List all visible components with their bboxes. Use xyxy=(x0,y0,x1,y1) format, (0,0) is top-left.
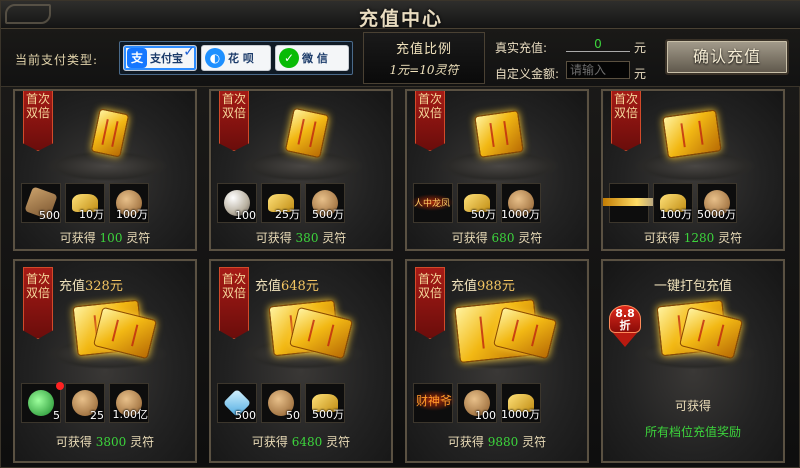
reward-slot[interactable]: 25万 xyxy=(261,183,301,223)
jade-orb-icon xyxy=(28,390,54,416)
card-title: 充值648元 xyxy=(255,279,319,294)
reward-slot[interactable]: 1000万 xyxy=(501,383,541,423)
reward-slot[interactable]: 500万 xyxy=(305,383,345,423)
check-icon: ✓ xyxy=(183,44,195,60)
pedestal xyxy=(243,151,363,181)
real-recharge-value: 0 xyxy=(566,37,630,52)
pack-gain-desc: 所有档位充值奖励 xyxy=(644,425,741,439)
gain-text: 可获得 680 灵符 xyxy=(451,231,543,245)
recharge-card[interactable]: 首次双倍 充值328元 5 25 1.00亿 可获得 3800 灵符 xyxy=(13,259,197,463)
recharge-card[interactable]: 首次双倍 充值988元 财神爷 100 1000万 可获得 9880 灵符 xyxy=(405,259,589,463)
card-title: 充值328元 xyxy=(59,279,123,294)
real-recharge-label: 真实充值: xyxy=(495,41,548,55)
gain-text: 可获得 3800 灵符 xyxy=(55,435,155,449)
first-double-ribbon: 首次双倍 xyxy=(23,91,53,151)
first-double-ribbon: 首次双倍 xyxy=(415,267,445,339)
huabei-icon: ◐ xyxy=(205,48,225,68)
reward-slot[interactable]: 500万 xyxy=(305,183,345,223)
pedestal xyxy=(635,151,755,181)
rate-value: 1元=10灵符 xyxy=(389,63,459,77)
pack-gain-label: 可获得 xyxy=(674,399,711,413)
reward-items: 人中龙凤 50万 1000万 xyxy=(410,183,583,223)
reward-slot[interactable] xyxy=(603,183,672,223)
pack-recharge-card[interactable]: 一键打包充值 8.8折 可获得 所有档位充值奖励 xyxy=(601,259,785,463)
reward-slot[interactable]: 50 xyxy=(261,383,301,423)
recharge-card[interactable]: 首次双倍 人中龙凤 50万 1000万 可获得 680 灵符 xyxy=(405,89,589,251)
pay-option-wechat[interactable]: ✓ 微 信 xyxy=(275,45,349,71)
reward-slot[interactable]: 人中龙凤 xyxy=(410,183,455,223)
down-arrow-icon xyxy=(613,333,637,347)
payment-type-label: 当前支付类型: xyxy=(15,53,99,67)
reward-slot[interactable]: 财神爷 xyxy=(412,383,457,423)
reward-items: 5 25 1.00亿 xyxy=(21,382,191,423)
discount-label: 8.8折 xyxy=(609,305,641,333)
reward-slot[interactable]: 25 xyxy=(65,383,105,423)
lingfu-scroll-icon xyxy=(284,107,330,159)
reward-slot[interactable]: 10万 xyxy=(65,183,105,223)
reward-items: 财神爷 100 1000万 xyxy=(412,383,583,423)
first-double-ribbon: 首次双倍 xyxy=(611,91,641,151)
custom-amount-input[interactable] xyxy=(566,61,630,79)
window-title: 充值中心 xyxy=(358,8,443,30)
pay-option-label: 微 信 xyxy=(302,52,328,65)
payment-row: 当前支付类型: 支 支付宝 ✓ ◐ 花 呗 ✓ 微 信 充值比例 1元=10灵符… xyxy=(1,29,800,87)
title-bar: 充值中心 xyxy=(1,1,800,30)
reward-items: 100 25万 500万 xyxy=(217,183,387,223)
reward-slot[interactable]: 100 xyxy=(217,183,257,223)
pay-option-alipay[interactable]: 支 支付宝 ✓ xyxy=(123,44,197,71)
recharge-rate-box: 充值比例 1元=10灵符 xyxy=(363,32,485,84)
recharge-window: 充值中心 当前支付类型: 支 支付宝 ✓ ◐ 花 呗 ✓ 微 信 充值比例 1元… xyxy=(0,0,800,468)
pay-option-huabei[interactable]: ◐ 花 呗 xyxy=(201,45,271,71)
reward-items: 100万 5000万 xyxy=(603,183,779,223)
reward-slot[interactable]: 500 xyxy=(21,183,61,223)
pedestal xyxy=(47,151,167,181)
alipay-icon: 支 xyxy=(127,48,147,68)
custom-amount-unit: 元 xyxy=(634,67,647,81)
reward-items: 500 50 500万 xyxy=(217,383,387,423)
recharge-card[interactable]: 首次双倍 100万 5000万 可获得 1280 灵符 xyxy=(601,89,785,251)
reward-slot[interactable]: 100万 xyxy=(653,183,693,223)
lingfu-scroll-icon xyxy=(474,110,524,158)
gain-text: 可获得 9880 灵符 xyxy=(447,435,547,449)
first-double-ribbon: 首次双倍 xyxy=(219,91,249,151)
title-badge: 人中龙凤 xyxy=(410,194,455,211)
discount-badge: 8.8折 xyxy=(609,291,641,353)
reward-slot[interactable]: 1000万 xyxy=(501,183,541,223)
recharge-card[interactable]: 首次双倍 500 10万 100万 可获得 100 灵符 xyxy=(13,89,197,251)
payment-options: 支 支付宝 ✓ ◐ 花 呗 ✓ 微 信 xyxy=(119,41,353,75)
first-double-ribbon: 首次双倍 xyxy=(415,91,445,151)
pay-option-label: 支付宝 xyxy=(150,52,183,65)
reward-slot[interactable]: 100 xyxy=(457,383,497,423)
rate-title: 充值比例 xyxy=(395,42,452,57)
custom-amount-label: 自定义金额: xyxy=(495,67,560,81)
notification-dot xyxy=(56,382,64,390)
gain-text: 可获得 380 灵符 xyxy=(255,231,347,245)
first-double-ribbon: 首次双倍 xyxy=(23,267,53,339)
wechat-icon: ✓ xyxy=(279,48,299,68)
reward-slot[interactable]: 500 xyxy=(217,383,257,423)
pay-option-label: 花 呗 xyxy=(228,52,254,65)
gain-text: 可获得 6480 灵符 xyxy=(251,435,351,449)
reward-slot[interactable]: 50万 xyxy=(457,183,497,223)
real-recharge-unit: 元 xyxy=(634,41,647,55)
title-badge: 财神爷 xyxy=(412,390,457,411)
reward-slot[interactable]: 5000万 xyxy=(697,183,737,223)
recharge-card[interactable]: 首次双倍 充值648元 500 50 500万 可获得 6480 灵符 xyxy=(209,259,393,463)
recharge-card[interactable]: 首次双倍 100 25万 500万 可获得 380 灵符 xyxy=(209,89,393,251)
reward-slot[interactable]: 100万 xyxy=(109,183,149,223)
confirm-recharge-button[interactable]: 确认充值 xyxy=(665,39,789,75)
lingfu-scroll-icon xyxy=(90,108,130,158)
gain-text: 可获得 1280 灵符 xyxy=(643,231,743,245)
first-double-ribbon: 首次双倍 xyxy=(219,267,249,339)
pedestal xyxy=(439,151,559,181)
reward-slot[interactable]: 1.00亿 xyxy=(109,383,149,423)
reward-slot[interactable]: 5 xyxy=(21,382,64,423)
card-title: 充值988元 xyxy=(451,279,515,294)
reward-items: 500 10万 100万 xyxy=(21,183,191,223)
gain-text: 可获得 100 灵符 xyxy=(59,231,151,245)
lingfu-scroll-icon xyxy=(662,109,722,159)
